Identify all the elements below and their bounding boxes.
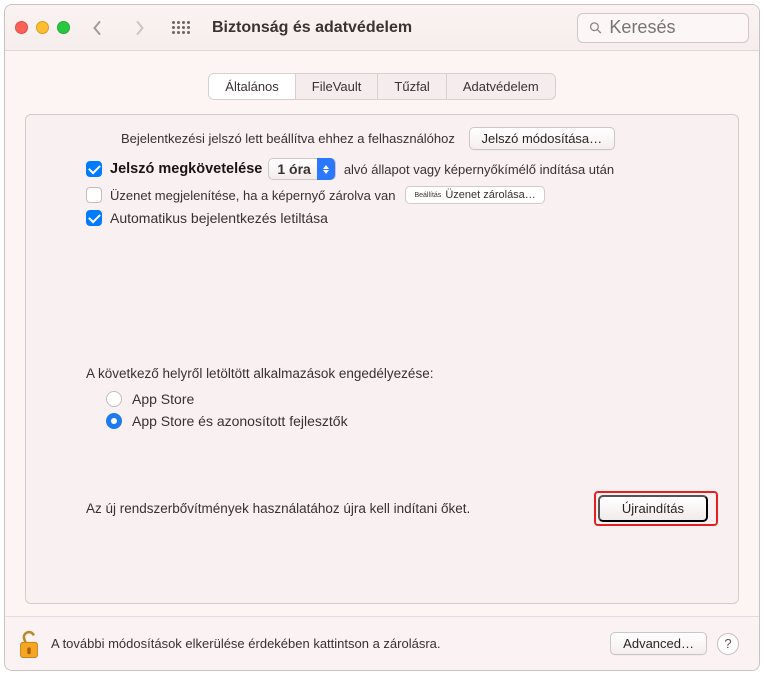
tab-privacy[interactable]: Adatvédelem xyxy=(447,74,555,99)
require-password-delay-select[interactable]: 1 óra xyxy=(268,158,335,180)
search-input[interactable] xyxy=(609,17,738,38)
search-field[interactable] xyxy=(577,13,749,43)
allow-apps-title: A következő helyről letöltött alkalmazás… xyxy=(86,366,708,381)
tab-bar: Általános FileVault Tűzfal Adatvédelem xyxy=(5,73,759,100)
show-lock-message-label: Üzenet megjelenítése, ha a képernyő záro… xyxy=(110,188,395,203)
disable-auto-login-checkbox[interactable] xyxy=(86,210,102,226)
login-password-label: Bejelentkezési jelszó lett beállítva ehh… xyxy=(121,131,455,146)
search-icon xyxy=(588,19,603,37)
tab-general[interactable]: Általános xyxy=(209,74,295,99)
radio-identified-developers[interactable] xyxy=(106,413,122,429)
show-all-icon[interactable] xyxy=(172,21,190,34)
set-lock-message-button[interactable]: Beállítás Üzenet zárolása… xyxy=(405,186,544,204)
footer-bar: A további módosítások elkerülése érdekéb… xyxy=(5,616,759,670)
tab-firewall[interactable]: Tűzfal xyxy=(378,74,446,99)
radio-appstore[interactable] xyxy=(106,391,122,407)
prefs-window: Biztonság és adatvédelem Általános FileV… xyxy=(4,4,760,671)
restart-button[interactable]: Újraindítás xyxy=(598,495,708,522)
zoom-window-button[interactable] xyxy=(57,21,70,34)
close-window-button[interactable] xyxy=(15,21,28,34)
require-password-label: Jelszó megkövetelése xyxy=(110,161,262,177)
general-panel: Bejelentkezési jelszó lett beállítva ehh… xyxy=(25,114,739,604)
require-password-suffix: alvó állapot vagy képernyőkímélő indítás… xyxy=(344,162,614,177)
advanced-button[interactable]: Advanced… xyxy=(610,632,707,655)
lock-open-icon[interactable] xyxy=(15,627,43,661)
window-title: Biztonság és adatvédelem xyxy=(212,19,412,37)
show-lock-message-checkbox[interactable] xyxy=(86,187,102,203)
back-button[interactable] xyxy=(90,19,104,37)
radio-identified-label: App Store és azonosított fejlesztők xyxy=(132,413,348,429)
titlebar: Biztonság és adatvédelem xyxy=(5,5,759,51)
minimize-window-button[interactable] xyxy=(36,21,49,34)
change-password-button[interactable]: Jelszó módosítása… xyxy=(469,127,616,150)
extensions-message: Az új rendszerbővítmények használatához … xyxy=(86,501,470,516)
lock-hint-text: A további módosítások elkerülése érdekéb… xyxy=(51,636,441,651)
require-password-checkbox[interactable] xyxy=(86,161,102,177)
forward-button[interactable] xyxy=(132,19,146,37)
tab-filevault[interactable]: FileVault xyxy=(296,74,379,99)
radio-appstore-label: App Store xyxy=(132,391,194,407)
restart-highlight: Újraindítás xyxy=(594,491,718,526)
help-button[interactable]: ? xyxy=(717,633,739,655)
window-controls xyxy=(15,21,70,34)
chevron-updown-icon xyxy=(317,158,335,180)
disable-auto-login-label: Automatikus bejelentkezés letiltása xyxy=(110,210,328,226)
